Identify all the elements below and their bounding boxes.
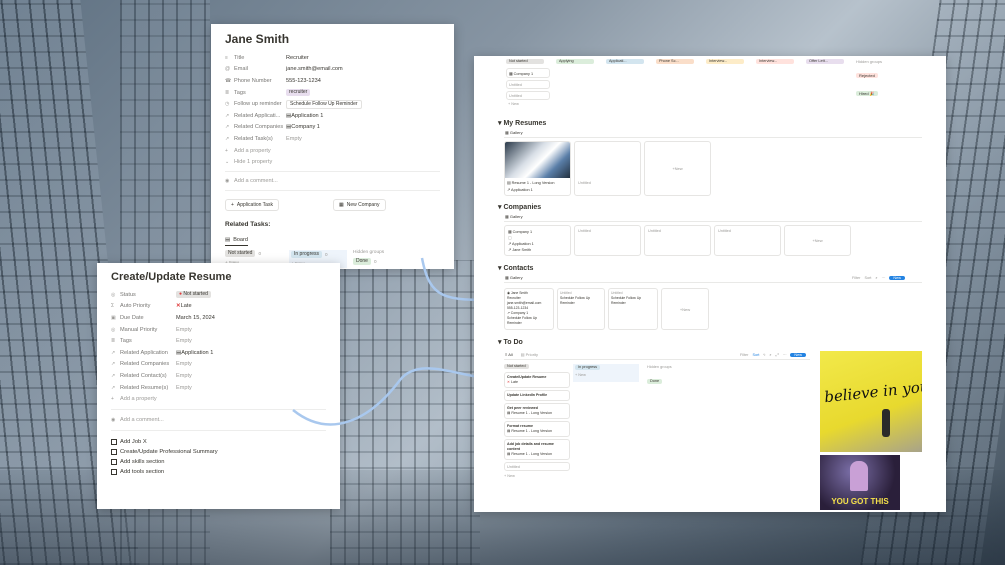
board-column-header: Not started <box>506 59 544 64</box>
document-icon: ▤ <box>507 181 511 185</box>
lightning-icon[interactable]: ϟ <box>763 353 765 357</box>
todo-card[interactable]: Get peer reviewed ▤ Resume 1 - Long Versi… <box>504 403 570 419</box>
company-card[interactable]: ▦ Company 1 <box>506 68 550 78</box>
contacts-toolbar: Filter Sort ⌕ ⋯ New <box>852 275 905 280</box>
toggle-icon[interactable]: ▾ <box>498 120 502 127</box>
gallery-tab[interactable]: ▦ Gallery <box>505 275 523 280</box>
gallery-tab[interactable]: ▦ Gallery <box>505 130 523 135</box>
resume-thumbnail <box>505 142 570 178</box>
resume-card[interactable]: ▤ Resume 1 - Long Version ↗ Application … <box>504 141 571 196</box>
todo-card[interactable]: Update LinkedIn Profile <box>504 390 570 401</box>
todo-column-not-started: Not started Create/Update Resume ✕ Late Up… <box>504 364 570 478</box>
gallery-icon: ▦ <box>505 130 509 135</box>
applications-board: Not started Applying Applicati... Phone Sc.… <box>506 59 844 64</box>
untitled-card[interactable]: Untitled <box>506 80 550 89</box>
filter-button[interactable]: Filter <box>740 353 748 357</box>
untitled-card[interactable]: Untitled <box>714 225 781 256</box>
companies-heading: ▾ Companies <box>498 204 542 211</box>
contact-gallery-card[interactable]: Untitled Schedule Follow Up Reminder <box>608 288 658 330</box>
filter-button[interactable]: Filter <box>852 276 860 280</box>
board-column-header: Interview... <box>756 59 794 64</box>
link-icon: ↗ <box>507 188 511 192</box>
more-icon[interactable]: ⋯ <box>882 275 886 280</box>
believe-in-yourself-image: believe in yourself <box>820 351 922 452</box>
person-icon: ◉ <box>507 291 510 295</box>
you-got-this-image: YOU GOT THIS <box>820 455 900 510</box>
new-button[interactable]: New <box>889 275 905 280</box>
board-column-header: Applying <box>556 59 594 64</box>
untitled-card[interactable]: Untitled <box>644 225 711 256</box>
gallery-icon: ▦ <box>505 214 509 219</box>
board-column-header: Applicati... <box>606 59 644 64</box>
tab-priority[interactable]: ▤ Priority <box>521 352 538 357</box>
status-done: Done <box>647 379 663 384</box>
believe-text: believe in yourself <box>823 373 922 407</box>
status-hired: Hired 🎉 <box>856 91 878 96</box>
contact-gallery-card[interactable]: Untitled Schedule Follow Up Reminder <box>557 288 605 330</box>
link-icon: ↗ <box>508 248 512 252</box>
board-column-header: Interview... <box>706 59 744 64</box>
new-card-button[interactable]: + New <box>508 102 519 106</box>
new-gallery-card[interactable]: + New <box>784 225 851 256</box>
link-icon: ↗ <box>507 311 510 315</box>
tab-all[interactable]: ≡ All <box>505 352 513 357</box>
board-icon: ▤ <box>520 352 525 357</box>
todo-card[interactable]: Add job details and resume content ▤ Resu… <box>504 439 570 460</box>
untitled-card[interactable]: Untitled <box>574 141 641 196</box>
status-not-started: Not started <box>504 364 529 369</box>
new-gallery-card[interactable]: + New <box>644 141 711 196</box>
toggle-icon[interactable]: ▾ <box>498 204 502 211</box>
sort-button[interactable]: Sort <box>864 276 871 280</box>
new-card-button[interactable]: + New <box>575 373 637 377</box>
board-column-header: Phone Sc... <box>656 59 694 64</box>
todo-heading: ▾ To Do <box>498 339 523 346</box>
more-icon[interactable]: ⋯ <box>783 352 787 357</box>
todo-card[interactable]: Create/Update Resume ✕ Late <box>504 372 570 388</box>
gallery-tab[interactable]: ▦ Gallery <box>505 214 523 219</box>
my-resumes-heading: ▾ My Resumes <box>498 120 547 127</box>
board-column-header: Offer Lett... <box>806 59 844 64</box>
contact-gallery-card[interactable]: ◉ Jane Smith Recruiter jane.smith@email.… <box>504 288 554 330</box>
search-icon[interactable]: ⌕ <box>769 353 771 357</box>
todo-hidden-groups: Hidden groups Done <box>647 365 672 384</box>
untitled-card[interactable]: Untitled <box>506 91 550 100</box>
company-gallery-card[interactable]: ▦ Company 1 ▢ ↗ Application 1 ↗ Jane Smi… <box>504 225 571 256</box>
search-icon[interactable]: ⌕ <box>875 276 877 280</box>
status-in-progress: In progress <box>575 365 600 370</box>
status-rejected: Rejected <box>856 73 878 78</box>
document-icon: ▤ <box>507 452 511 456</box>
expand-icon[interactable]: ⤢ <box>776 353 779 357</box>
contacts-heading: ▾ Contacts <box>498 265 534 272</box>
untitled-card[interactable]: Untitled <box>504 462 570 471</box>
toggle-icon[interactable]: ▾ <box>498 265 502 272</box>
todo-tabs: ≡ All ▤ Priority <box>505 352 538 357</box>
new-gallery-card[interactable]: + New <box>661 288 709 330</box>
new-card-button[interactable]: + New <box>504 474 570 478</box>
sort-button[interactable]: Sort <box>752 353 759 357</box>
gallery-icon: ▦ <box>505 275 509 280</box>
todo-card[interactable]: Format resume ▤ Resume 1 - Long Version <box>504 421 570 437</box>
document-icon: ▤ <box>507 411 511 415</box>
untitled-card[interactable]: Untitled <box>574 225 641 256</box>
company-icon: ▦ <box>508 230 512 234</box>
document-icon: ▤ <box>507 429 511 433</box>
todo-toolbar: Filter Sort ϟ ⌕ ⤢ ⋯ New <box>740 352 807 357</box>
dashboard-panel: Not started Applying Applicati... Phone Sc.… <box>474 56 946 512</box>
toggle-icon[interactable]: ▾ <box>498 339 502 346</box>
top-hidden-groups: Hidden groups Rejected Hired 🎉 <box>856 59 883 96</box>
new-button[interactable]: New <box>790 352 807 357</box>
link-icon: ↗ <box>508 242 512 246</box>
list-icon: ≡ <box>505 352 508 357</box>
you-got-this-text: YOU GOT THIS <box>831 497 889 506</box>
company-icon: ▦ <box>509 72 513 76</box>
arrow-bottom <box>292 367 498 426</box>
todo-column-in-progress: In progress + New <box>573 364 639 382</box>
late-icon: ✕ <box>507 380 511 384</box>
